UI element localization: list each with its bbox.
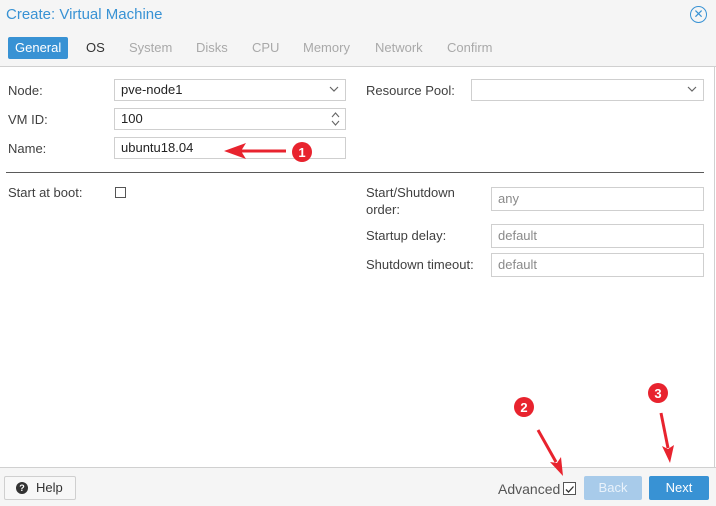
next-button[interactable]: Next	[649, 476, 709, 500]
vmid-label: VM ID:	[8, 112, 48, 127]
startup-delay-input[interactable]: default	[491, 224, 704, 248]
close-icon[interactable]: ✕	[690, 6, 707, 23]
tab-general[interactable]: General	[8, 37, 69, 59]
help-button-label: Help	[36, 480, 63, 495]
general-form-panel: Node: pve-node1 VM ID: 100 Name: ubuntu1…	[0, 67, 715, 467]
chevron-down-icon	[329, 86, 339, 92]
shutdown-timeout-input[interactable]: default	[491, 253, 704, 277]
node-select[interactable]: pve-node1	[114, 79, 346, 101]
back-button[interactable]: Back	[584, 476, 642, 500]
advanced-checkbox[interactable]	[563, 482, 576, 495]
node-label: Node:	[8, 83, 43, 98]
start-shutdown-order-input[interactable]: any	[491, 187, 704, 211]
start-at-boot-checkbox[interactable]	[115, 187, 126, 198]
name-value: ubuntu18.04	[121, 140, 194, 155]
vmid-spinner[interactable]: 100	[114, 108, 346, 130]
checkmark-icon	[565, 486, 574, 493]
start-shutdown-order-label-line2: order:	[366, 202, 400, 217]
tab-disks: Disks	[196, 40, 228, 55]
tab-cpu: CPU	[252, 40, 280, 55]
vmid-value: 100	[121, 111, 143, 126]
startup-delay-placeholder: default	[498, 228, 538, 243]
name-label: Name:	[8, 141, 47, 156]
chevron-down-icon	[687, 86, 697, 92]
resource-pool-label: Resource Pool:	[366, 83, 455, 98]
wizard-footer: ? Help Advanced Back Next	[0, 467, 716, 506]
start-at-boot-label: Start at boot:	[8, 185, 83, 200]
spinner-arrows-icon[interactable]	[331, 111, 340, 127]
advanced-label: Advanced	[498, 481, 561, 497]
shutdown-timeout-label: Shutdown timeout:	[366, 257, 474, 272]
tab-memory: Memory	[303, 40, 350, 55]
tab-os[interactable]: OS	[86, 37, 105, 59]
tab-confirm: Confirm	[447, 40, 493, 55]
window-title: Create: Virtual Machine	[6, 6, 163, 23]
node-value: pve-node1	[121, 82, 183, 97]
startup-delay-label: Startup delay:	[366, 228, 447, 243]
help-button[interactable]: ? Help	[4, 476, 76, 500]
window-titlebar: Create: Virtual Machine ✕	[0, 0, 716, 32]
start-shutdown-order-placeholder: any	[498, 191, 519, 206]
question-circle-icon: ?	[16, 482, 28, 494]
shutdown-timeout-placeholder: default	[498, 257, 538, 272]
tab-system: System	[129, 40, 173, 55]
resource-pool-select[interactable]	[471, 79, 704, 101]
name-input[interactable]: ubuntu18.04	[114, 137, 346, 159]
start-shutdown-order-label: Start/Shutdown	[366, 185, 455, 200]
section-divider	[6, 172, 704, 173]
wizard-tab-bar: General OS System Disks CPU Memory Netwo…	[0, 32, 716, 67]
tab-network: Network	[375, 40, 423, 55]
